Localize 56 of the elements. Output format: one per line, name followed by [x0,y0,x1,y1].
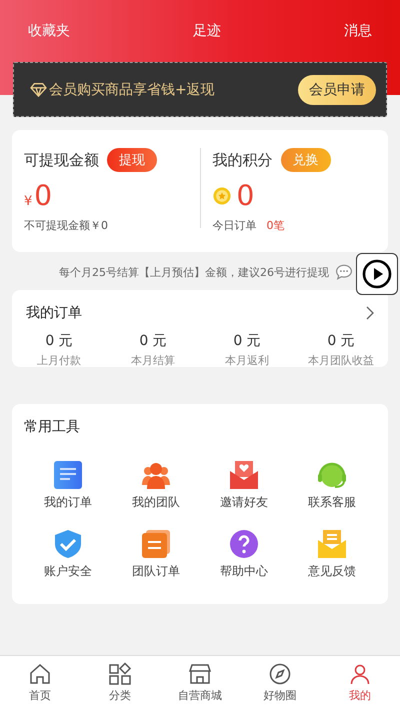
header-link[interactable]: 足迹 [193,22,221,40]
balance-amount: 0 [34,180,52,212]
home-icon [28,662,52,686]
member-apply-button[interactable]: 会员申请 [298,74,376,104]
chevron-right-icon[interactable] [366,306,374,320]
points-amount: 0 [236,180,254,212]
tool-label[interactable]: 账户安全 [44,563,92,580]
tool-label[interactable]: 意见反馈 [308,563,356,580]
tool-label[interactable]: 我的订单 [44,494,92,511]
tab-item[interactable]: 自营商城 [160,656,240,709]
today-orders-label: 今日订单 [212,218,256,233]
grid-icon [108,662,132,686]
document-icon[interactable] [53,460,83,490]
stat-label: 本月结算 [131,353,175,368]
currency-symbol: ¥ [24,194,32,209]
people-icon[interactable] [141,460,171,490]
compass-icon [268,662,292,686]
withdraw-button[interactable]: 提现 [107,148,157,172]
tool-label[interactable]: 我的团队 [132,494,180,511]
tab-item[interactable]: 我的 [320,656,400,709]
envelope-letter-icon[interactable] [317,529,347,559]
stat-label: 本月团队收益 [308,353,374,368]
points-title: 我的积分 [212,150,272,170]
tool-label[interactable]: 联系客服 [308,494,356,511]
balance-title: 可提现金额 [24,150,99,170]
tab-item[interactable]: 好物圈 [240,656,320,709]
shop-icon [188,662,212,686]
tab-item[interactable]: 分类 [80,656,160,709]
stacked-documents-icon[interactable] [141,529,171,559]
stat-value: 0 元 [139,332,167,350]
question-icon[interactable] [229,529,259,559]
header-link[interactable]: 消息 [344,22,372,40]
envelope-heart-icon[interactable] [229,460,259,490]
today-orders-count: 0笔 [266,218,284,233]
header-link[interactable]: 收藏夹 [28,22,70,40]
headset-icon[interactable] [317,460,347,490]
tool-label[interactable]: 邀请好友 [220,494,268,511]
chat-icon[interactable] [335,264,353,280]
member-promo-text: 会员购买商品享省钱+返现 [49,80,216,98]
tab-item[interactable]: 首页 [0,656,80,709]
person-icon [348,662,372,686]
stat-value: 0 元 [45,332,73,350]
stat-value: 0 元 [233,332,261,350]
balance-note: 不可提现金额￥0 [24,218,109,233]
settlement-notice: 每个月25号结算【上月预估】金额，建议26号进行提现 [59,264,329,280]
tool-label[interactable]: 团队订单 [132,563,180,580]
stat-label: 上月付款 [37,353,81,368]
orders-title[interactable]: 我的订单 [26,304,82,322]
shield-check-icon[interactable] [53,529,83,559]
stat-value: 0 元 [327,332,355,350]
coin-icon [212,187,230,205]
stat-label: 本月返利 [225,353,269,368]
tools-title: 常用工具 [24,419,80,435]
diamond-icon [30,82,47,97]
tool-label[interactable]: 帮助中心 [220,563,268,580]
play-button[interactable] [356,253,398,295]
